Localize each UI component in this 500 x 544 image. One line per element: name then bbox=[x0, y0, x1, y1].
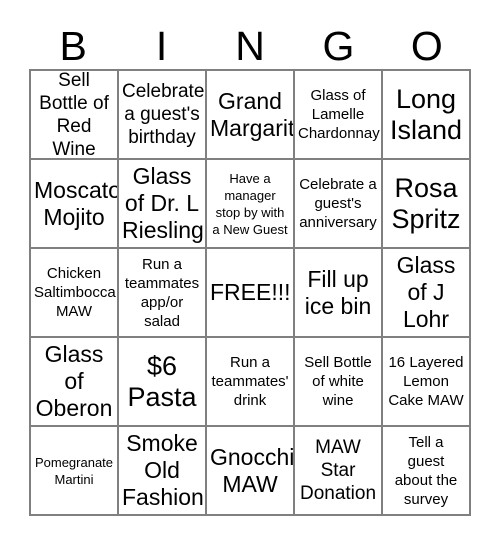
bingo-cell-label: Moscato Mojito bbox=[34, 176, 119, 230]
bingo-cell-label: Fill up ice bin bbox=[304, 265, 372, 319]
bingo-cell[interactable]: $6 Pasta bbox=[119, 338, 207, 427]
bingo-cell[interactable]: Glass of Oberon bbox=[31, 338, 119, 427]
bingo-cell[interactable]: Tell a guest about the survey bbox=[383, 427, 471, 516]
bingo-cell[interactable]: Rosa Spritz bbox=[383, 160, 471, 249]
bingo-cell[interactable]: Sell Bottle of white wine bbox=[295, 338, 383, 427]
bingo-cell[interactable]: Celebrate a guest's birthday bbox=[119, 71, 207, 160]
bingo-cell-label: Sell Bottle of Red Wine bbox=[39, 71, 109, 160]
bingo-cell-label: Pomegranate Martini bbox=[34, 454, 114, 487]
bingo-cell[interactable]: Fill up ice bin bbox=[295, 249, 383, 338]
bingo-cell[interactable]: Have a manager stop by with a New Guest bbox=[207, 160, 295, 249]
bingo-grid: Sell Bottle of Red Wine Celebrate a guest… bbox=[29, 69, 471, 516]
bingo-cell[interactable]: Pomegranate Martini bbox=[31, 427, 119, 516]
bingo-cell-label: Gnocchi MAW bbox=[210, 443, 295, 497]
bingo-cell-label: MAW Star Donation bbox=[299, 437, 377, 504]
bingo-cell[interactable]: Glass of Dr. L Riesling bbox=[119, 160, 207, 249]
header-letter-b: B bbox=[59, 23, 87, 69]
header-letter-i: I bbox=[155, 23, 168, 69]
header-letter-n: N bbox=[235, 23, 265, 69]
bingo-cell-label: Glass of Oberon bbox=[35, 341, 113, 421]
bingo-cell-label: Sell Bottle of white wine bbox=[304, 354, 372, 409]
bingo-cell-label: FREE!!! bbox=[210, 279, 291, 305]
header-letter-o: O bbox=[410, 23, 443, 69]
bingo-cell[interactable]: Long Island bbox=[383, 71, 471, 160]
bingo-cell-label: Have a manager stop by with a New Guest bbox=[212, 170, 288, 237]
bingo-cell[interactable]: Chicken Saltimbocca MAW bbox=[31, 249, 119, 338]
bingo-cell[interactable]: Smoke Old Fashion bbox=[119, 427, 207, 516]
bingo-cell-label: Celebrate a guest's birthday bbox=[122, 81, 205, 148]
header-letter-g: G bbox=[322, 23, 355, 69]
bingo-cell-label: Rosa Spritz bbox=[391, 172, 461, 234]
bingo-cell[interactable]: Sell Bottle of Red Wine bbox=[31, 71, 119, 160]
bingo-cell-label: Glass of Dr. L Riesling bbox=[122, 163, 204, 243]
bingo-cell-label: Grand Margarita bbox=[210, 87, 295, 141]
bingo-cell[interactable]: Run a teammates app/or salad bbox=[119, 249, 207, 338]
bingo-cell-label: Run a teammates app/or salad bbox=[124, 255, 200, 330]
bingo-cell[interactable]: Grand Margarita bbox=[207, 71, 295, 160]
bingo-cell-label: Glass of Lamelle Chardonnay bbox=[298, 87, 380, 142]
bingo-cell-label: Smoke Old Fashion bbox=[122, 430, 204, 510]
bingo-cell-label: Celebrate a guest's anniversary bbox=[299, 176, 377, 231]
bingo-cell[interactable]: 16 Layered Lemon Cake MAW bbox=[383, 338, 471, 427]
bingo-header: B I N G O bbox=[29, 18, 471, 68]
bingo-cell[interactable]: Glass of J Lohr bbox=[383, 249, 471, 338]
bingo-cell[interactable]: Run a teammates' drink bbox=[207, 338, 295, 427]
bingo-card: B I N G O Sell Bottle of Red Wine Celebra… bbox=[0, 0, 500, 544]
bingo-cell-label: Glass of J Lohr bbox=[396, 252, 456, 332]
bingo-cell[interactable]: FREE!!! bbox=[207, 249, 295, 338]
bingo-cell-label: $6 Pasta bbox=[127, 350, 197, 412]
bingo-cell-label: Chicken Saltimbocca MAW bbox=[34, 265, 116, 320]
bingo-cell-label: Long Island bbox=[389, 83, 463, 145]
bingo-cell[interactable]: Gnocchi MAW bbox=[207, 427, 295, 516]
bingo-cell[interactable]: Moscato Mojito bbox=[31, 160, 119, 249]
bingo-cell-label: 16 Layered Lemon Cake MAW bbox=[388, 354, 464, 409]
bingo-cell-label: Tell a guest about the survey bbox=[394, 433, 458, 508]
bingo-cell-label: Run a teammates' drink bbox=[211, 354, 289, 409]
bingo-cell[interactable]: Celebrate a guest's anniversary bbox=[295, 160, 383, 249]
bingo-cell[interactable]: MAW Star Donation bbox=[295, 427, 383, 516]
bingo-cell[interactable]: Glass of Lamelle Chardonnay bbox=[295, 71, 383, 160]
